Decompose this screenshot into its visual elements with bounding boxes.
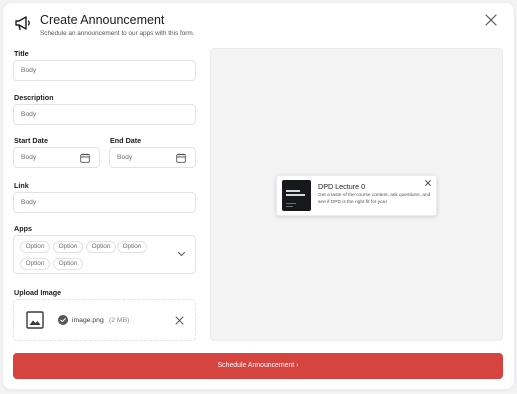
end-date-input[interactable]: Body [109,147,196,168]
end-date-label: End Date [110,136,142,145]
calendar-icon[interactable] [80,153,90,163]
dialog-subtitle: Schedule an announcement to our apps wit… [40,30,195,37]
lecture-thumbnail [282,180,311,211]
notification-body: Get a taste of the course content, ask q… [318,193,431,205]
app-option-chip[interactable]: Option [53,258,83,270]
remove-file-icon[interactable] [175,316,184,325]
file-size: (2 MB) [109,317,130,324]
app-option-chip[interactable]: Option [20,241,50,253]
check-circle-icon [58,315,68,325]
app-option-chip[interactable]: Option [117,241,147,253]
apps-label: Apps [14,224,32,233]
chevron-down-icon[interactable] [177,251,186,257]
title-input[interactable]: Body [13,60,196,81]
app-option-chip[interactable]: Option [86,241,116,253]
calendar-icon[interactable] [176,153,186,163]
schedule-announcement-button[interactable]: Schedule Announcement › [13,353,503,379]
file-name: image.png [72,317,104,324]
link-label: Link [14,181,29,190]
app-option-chip[interactable]: Option [20,258,50,270]
dialog-title: Create Announcement [40,13,165,27]
upload-label: Upload Image [14,288,62,297]
description-label: Description [14,93,54,102]
start-date-value: Body [21,154,37,161]
image-icon [26,311,44,329]
title-label: Title [14,49,29,58]
close-icon[interactable] [484,13,498,27]
megaphone-icon [15,16,30,31]
start-date-label: Start Date [14,136,48,145]
notification-title: DPD Lecture 0 [318,182,366,191]
link-input[interactable]: Body [13,192,196,213]
end-date-value: Body [117,154,133,161]
close-icon[interactable] [425,180,431,186]
description-input[interactable]: Body [13,104,196,125]
app-option-chip[interactable]: Option [53,241,83,253]
start-date-input[interactable]: Body [13,147,100,168]
